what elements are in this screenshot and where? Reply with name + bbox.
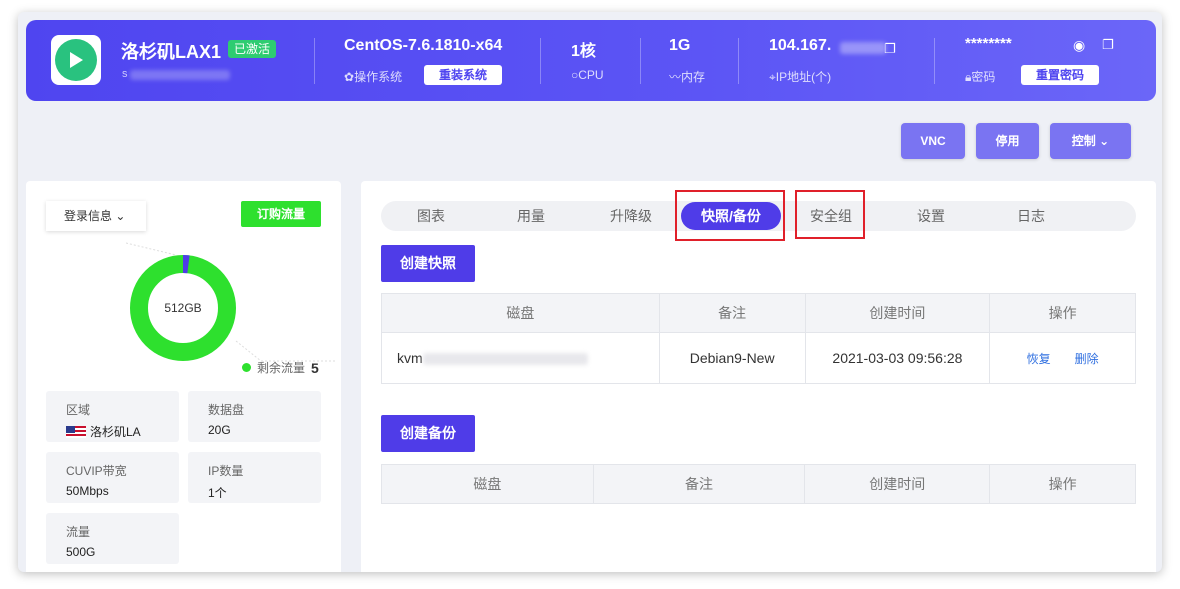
buy-traffic-button[interactable]: 订购流量 [241,201,321,227]
tab-usage[interactable]: 用量 [491,201,571,231]
stop-button[interactable]: 停用 [976,123,1039,159]
status-badge: 已激活 [228,40,277,58]
delete-link[interactable]: 删除 [1075,352,1099,366]
cell-disk: kvm [381,332,660,384]
ip-value: 104.167. [769,37,832,54]
spec-value: 50Mbps [66,484,109,498]
divider [540,38,541,84]
host-id-redacted [130,70,230,80]
spec-value: 500G [66,545,96,559]
spec-value: 1个 [208,486,227,500]
divider [738,38,739,84]
leader-lines [126,242,336,362]
memory-value: 1G [669,37,691,54]
legend-dot [242,363,251,372]
divider [934,38,935,84]
cell-actions: 恢复 删除 [989,332,1136,384]
legend-label: 剩余流量 [257,361,306,375]
spec-value: 20G [208,423,231,437]
tab-logs[interactable]: 日志 [991,201,1071,231]
column-header: 创建时间 [804,464,991,504]
backup-table: 磁盘 备注 创建时间 操作 [381,464,1136,504]
tab-snapshot-backup[interactable]: 快照/备份 [681,202,781,230]
server-summary-panel: 登录信息 ⌄ 订购流量 512GB 剩余流量 5 区域 洛杉矶LA 数据盘 20… [26,181,341,572]
column-header: 磁盘 [381,464,594,504]
ip-label: ⌖IP地址(个) [769,70,832,84]
tab-settings[interactable]: 设置 [891,201,971,231]
vnc-button[interactable]: VNC [901,123,965,159]
memory-label: 〰内存 [669,70,706,84]
spec-label: 区域 [66,403,91,417]
chevron-down-icon: ⌄ [115,209,126,223]
cpu-label: ○CPU [571,68,604,82]
table-row: kvm Debian9-New 2021-03-03 09:56:28 恢复 删… [381,332,1136,384]
control-dropdown[interactable]: 控制 ⌄ [1050,123,1131,159]
password-label: 🔒︎密码 [965,70,996,84]
spec-value: 洛杉矶LA [66,423,159,440]
spec-label: CUVIP带宽 [66,464,127,478]
copy-icon[interactable]: ❐ [1102,37,1114,53]
os-value: CentOS-7.6.1810-x64 [344,37,503,54]
spec-bandwidth: CUVIP带宽 50Mbps [46,452,179,503]
server-header: 洛杉矶LAX1 已激活 s CentOS-7.6.1810-x64 ✿操作系统 … [26,20,1156,101]
cpu-value: 1核 [571,43,596,60]
cell-note: Debian9-New [658,332,806,384]
tab-charts[interactable]: 图表 [391,201,471,231]
spec-label: 流量 [66,525,91,539]
table-header-row: 磁盘 备注 创建时间 操作 [381,464,1136,504]
spec-region: 区域 洛杉矶LA [46,391,179,442]
column-header: 备注 [658,293,806,333]
eye-icon[interactable]: ◉ [1073,37,1085,54]
tab-upgrade[interactable]: 升降级 [591,201,671,231]
play-icon [55,39,97,81]
app-frame: 洛杉矶LAX1 已激活 s CentOS-7.6.1810-x64 ✿操作系统 … [18,12,1162,572]
login-info-dropdown[interactable]: 登录信息 ⌄ [46,201,146,231]
tab-bar: 图表 用量 升降级 快照/备份 安全组 设置 日志 [381,201,1136,231]
snapshot-table: 磁盘 备注 创建时间 操作 kvm Debian9-New 2021-03-03… [381,293,1136,384]
us-flag-icon [66,425,86,438]
divider [640,38,641,84]
host-id: s [122,68,128,80]
main-panel: 图表 用量 升降级 快照/备份 安全组 设置 日志 创建快照 磁盘 备注 创建时… [361,181,1156,572]
chevron-down-icon: ⌄ [1099,134,1110,148]
spec-label: 数据盘 [208,403,245,417]
create-snapshot-button[interactable]: 创建快照 [381,245,475,282]
column-header: 备注 [592,464,806,504]
divider [314,38,315,84]
reset-password-button[interactable]: 重置密码 [1021,65,1100,85]
column-header: 操作 [989,464,1136,504]
server-logo [51,35,101,85]
column-header: 创建时间 [804,293,991,333]
os-label: ✿操作系统 [344,70,403,84]
spec-traffic: 流量 500G [46,513,179,564]
pulse-icon: 〰 [669,70,682,84]
location-icon: ⌖ [769,70,776,84]
gear-icon: ✿ [344,70,355,84]
tab-security-group[interactable]: 安全组 [791,201,871,231]
spec-label: IP数量 [208,464,244,478]
column-header: 操作 [989,293,1136,333]
restore-link[interactable]: 恢复 [1027,352,1051,366]
disk-id-redacted [422,353,588,366]
traffic-legend: 剩余流量 5 [242,359,319,376]
spec-data-disk: 数据盘 20G [188,391,321,442]
ip-redacted [840,42,886,54]
copy-icon[interactable]: ❐ [884,41,896,57]
server-name: 洛杉矶LAX1 [121,42,222,62]
legend-value: 5 [311,359,319,376]
create-backup-button[interactable]: 创建备份 [381,415,475,452]
reinstall-button[interactable]: 重装系统 [424,65,503,85]
cell-created: 2021-03-03 09:56:28 [804,332,991,384]
password-value: ******** [965,35,1012,52]
spec-ip-count: IP数量 1个 [188,452,321,503]
column-header: 磁盘 [381,293,660,333]
table-header-row: 磁盘 备注 创建时间 操作 [381,293,1136,333]
